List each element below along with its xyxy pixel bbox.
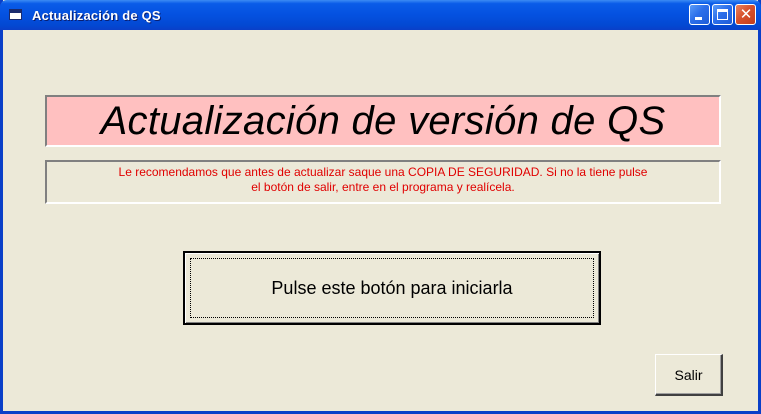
exit-button[interactable]: Salir xyxy=(655,354,723,396)
close-button[interactable]: ✕ xyxy=(735,4,756,25)
title-bar[interactable]: Actualización de QS ✕ xyxy=(0,0,761,30)
maximize-button[interactable] xyxy=(712,4,733,25)
app-window: Actualización de QS ✕ Actualización de v… xyxy=(0,0,761,414)
start-update-button[interactable]: Pulse este botón para iniciarla xyxy=(183,251,601,325)
close-icon: ✕ xyxy=(739,5,753,23)
notice-line-1: Le recomendamos que antes de actualizar … xyxy=(118,165,648,179)
maximize-icon xyxy=(717,9,728,20)
backup-notice: Le recomendamos que antes de actualizar … xyxy=(45,160,721,204)
title-banner: Actualización de versión de QS xyxy=(45,95,721,147)
app-window-icon[interactable] xyxy=(8,7,24,23)
start-update-button-label: Pulse este botón para iniciarla xyxy=(271,277,513,298)
banner-text: Actualización de versión de QS xyxy=(100,98,666,143)
notice-line-2: el botón de salir, entre en el programa … xyxy=(251,180,515,194)
minimize-icon xyxy=(695,17,702,20)
minimize-button[interactable] xyxy=(689,4,710,25)
window-title: Actualización de QS xyxy=(32,7,161,23)
caption-buttons: ✕ xyxy=(689,4,756,25)
